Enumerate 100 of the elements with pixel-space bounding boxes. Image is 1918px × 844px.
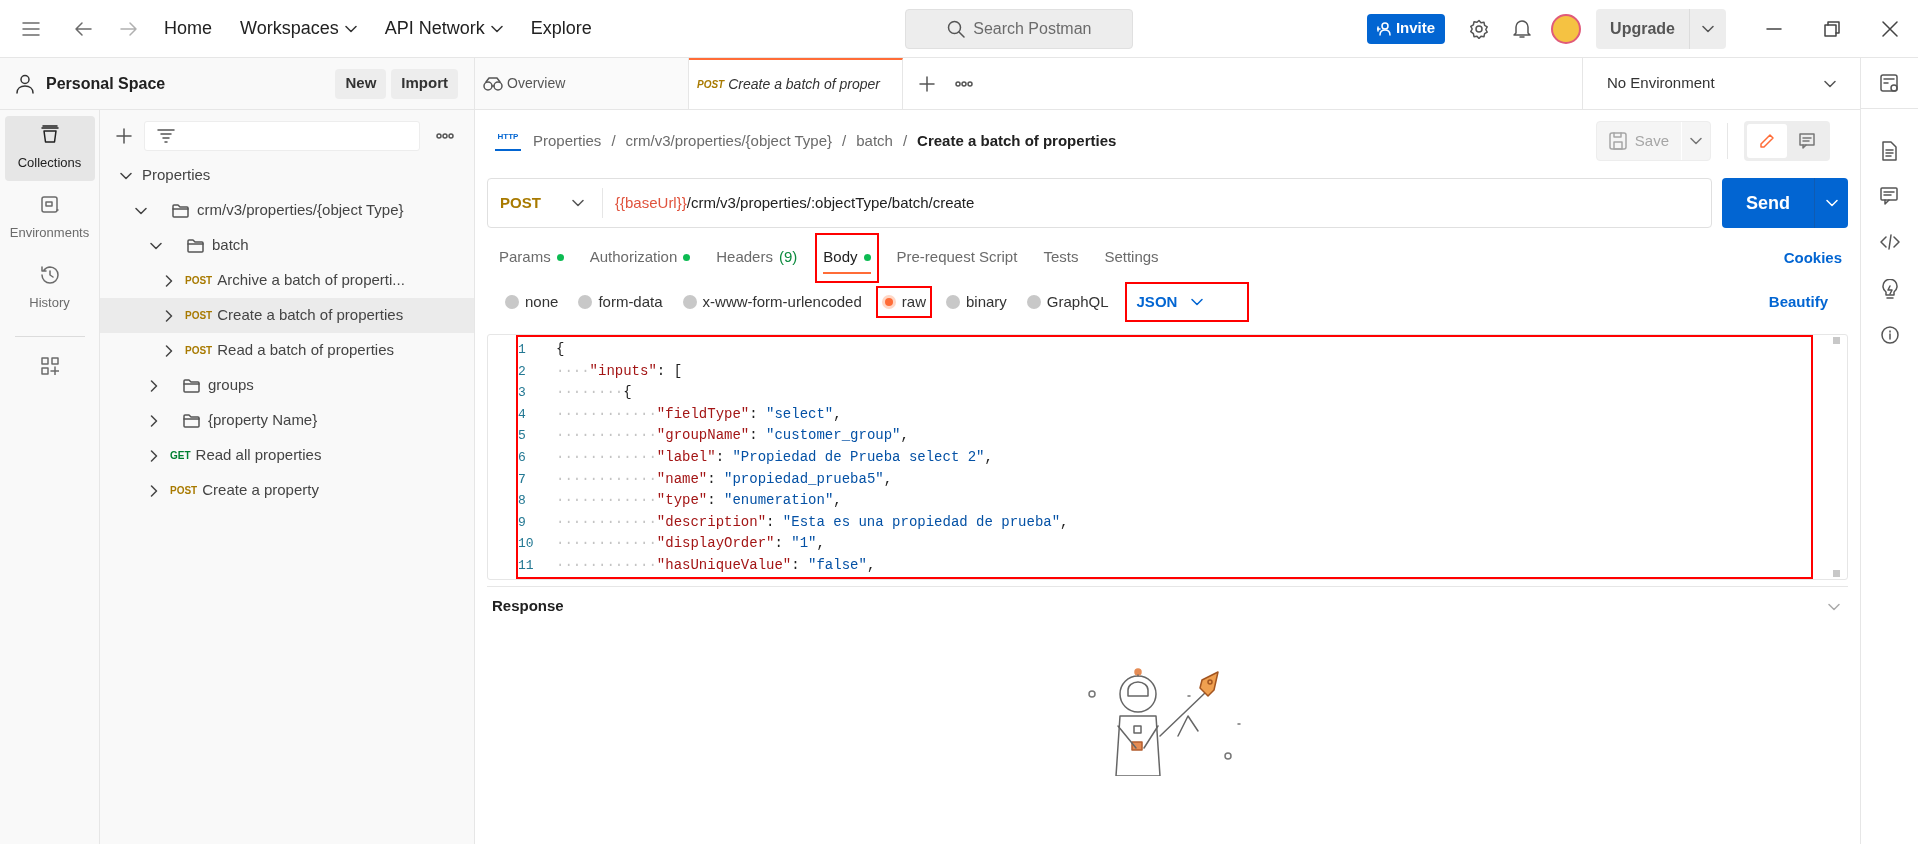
tree-item[interactable]: batch	[100, 228, 474, 263]
side-panel-button[interactable]	[1879, 279, 1900, 299]
request-tab[interactable]: POST Create a batch of proper	[689, 58, 903, 109]
beautify-link[interactable]: Beautify	[1768, 290, 1848, 314]
caret-icon	[490, 24, 503, 33]
line-number: 10	[518, 535, 535, 554]
breadcrumb-link[interactable]: batch	[856, 129, 893, 153]
add-collection-button[interactable]	[114, 126, 134, 146]
code-line: ············"description": "Esta es una propiedad de prueba",	[555, 512, 1069, 532]
request-tab[interactable]: Overview	[475, 58, 689, 109]
chevron-right-icon[interactable]	[150, 449, 158, 462]
body-type-radio[interactable]: none	[499, 286, 565, 318]
side-panel-button[interactable]	[1879, 74, 1900, 94]
side-panel-button[interactable]	[1879, 187, 1900, 207]
tree-item[interactable]: POST Create a property	[100, 473, 474, 508]
request-section-tab[interactable]: Params	[491, 233, 572, 283]
language-dropdown[interactable]: JSON	[1124, 282, 1249, 322]
send-button[interactable]: Send	[1722, 178, 1848, 228]
nav-link[interactable]: API Network	[384, 15, 503, 42]
code-line: ············"type": "enumeration",	[555, 491, 842, 511]
breadcrumb-link[interactable]: crm/v3/properties/{object Type}	[625, 129, 833, 153]
method-dropdown[interactable]: POST	[488, 188, 603, 218]
nav-link[interactable]: Workspaces	[240, 15, 357, 42]
breadcrumb-separator: /	[902, 130, 908, 151]
tree-item[interactable]: POST Create a batch of properties	[100, 298, 474, 333]
request-section-tab[interactable]: Authorization	[581, 233, 699, 283]
tree-item[interactable]: POST Archive a batch of properti...	[100, 263, 474, 298]
code-line: {	[555, 340, 565, 359]
code-line: ········{	[555, 383, 632, 403]
notifications-button[interactable]	[1513, 18, 1532, 39]
request-section-tab[interactable]: Body	[815, 233, 879, 283]
code-icon	[1879, 233, 1900, 253]
request-section-tab[interactable]: Settings	[1096, 233, 1167, 283]
code-line: ············"hasUniqueValue": "false",	[555, 555, 876, 575]
header-button[interactable]: New	[335, 68, 387, 99]
tree-item[interactable]: POST Read a batch of properties	[100, 333, 474, 368]
tab-options-button[interactable]	[955, 80, 973, 87]
search-field[interactable]: Search Postman	[905, 8, 1134, 49]
line-number: 7	[518, 470, 527, 489]
sidebar-item[interactable]: History	[4, 256, 95, 321]
close-icon[interactable]	[1882, 20, 1898, 37]
sidebar-item[interactable]: Collections	[4, 116, 95, 181]
invite-button[interactable]: Invite	[1366, 13, 1446, 44]
request-section-tab[interactable]: Pre-request Script	[888, 233, 1026, 283]
environment-quick-look-icon	[1879, 74, 1900, 94]
tree-item[interactable]: Properties	[100, 158, 474, 193]
configure-sidebar-button[interactable]	[40, 357, 59, 375]
line-number: 3	[518, 384, 527, 403]
request-section-tab[interactable]: Tests	[1035, 233, 1087, 283]
settings-button[interactable]	[1469, 18, 1490, 39]
chevron-right-icon[interactable]	[165, 344, 173, 357]
caret-icon	[344, 24, 357, 33]
cookies-link[interactable]: Cookies	[1783, 246, 1848, 270]
tree-item[interactable]: crm/v3/properties/{object Type}	[100, 193, 474, 228]
code-line: ············"groupName": "customer_group",	[555, 426, 909, 446]
body-type-radio[interactable]: GraphQL	[1020, 286, 1115, 318]
chevron-right-icon[interactable]	[165, 309, 173, 322]
chevron-down-icon	[150, 241, 162, 250]
breadcrumb-link[interactable]: Properties	[533, 129, 602, 153]
chevron-right-icon[interactable]	[150, 484, 158, 497]
avatar[interactable]	[1551, 13, 1582, 44]
body-type-radio[interactable]: x-www-form-urlencoded	[676, 286, 868, 318]
nav-link[interactable]: Explore	[530, 15, 592, 42]
line-number: 11	[518, 556, 535, 575]
restore-icon[interactable]	[1824, 20, 1840, 37]
body-type-radio[interactable]: raw	[875, 286, 932, 318]
chevron-right-icon[interactable]	[165, 274, 173, 287]
code-line: ············"name": "propiedad_prueba5",	[555, 469, 893, 489]
lightbulb-icon	[1879, 279, 1900, 299]
line-number: 4	[518, 405, 527, 424]
side-panel-button[interactable]	[1879, 141, 1900, 161]
header-button[interactable]: Import	[391, 68, 458, 99]
tree-item[interactable]: {property Name}	[100, 403, 474, 438]
nav-link[interactable]: Home	[164, 15, 212, 42]
new-tab-button[interactable]	[919, 75, 935, 92]
collapse-chevron-icon	[1828, 602, 1840, 611]
side-panel-button[interactable]	[1879, 233, 1900, 253]
filter-field[interactable]	[144, 121, 420, 151]
method-tag: POST	[170, 483, 198, 498]
plus-icon	[116, 128, 132, 144]
line-number: 8	[518, 492, 527, 511]
line-number: 9	[518, 513, 527, 532]
side-panel-button[interactable]	[1879, 325, 1900, 345]
http-badge: HTTP	[495, 131, 521, 151]
chevron-right-icon[interactable]	[150, 414, 158, 427]
method-tag: POST	[185, 308, 213, 323]
sidebar-item[interactable]: Environments	[4, 186, 95, 251]
body-type-radio[interactable]: form-data	[572, 286, 669, 318]
body-type-radio[interactable]: binary	[939, 286, 1013, 318]
tree-item[interactable]: groups	[100, 368, 474, 403]
environment-dropdown[interactable]: No Environment	[1582, 58, 1860, 109]
chevron-right-icon[interactable]	[150, 379, 158, 392]
plus-icon	[919, 75, 935, 92]
tree-item[interactable]: GET Read all properties	[100, 438, 474, 473]
request-section-tab[interactable]: Headers (9)	[708, 233, 806, 283]
url-field[interactable]: {{baseUrl}}/crm/v3/properties/:objectType/batch/create	[603, 191, 1711, 215]
request-title: Create a batch of properties	[917, 130, 1117, 151]
scrollbar-mark	[1833, 570, 1840, 577]
upgrade-button[interactable]: Upgrade	[1596, 8, 1726, 49]
info-icon	[1879, 325, 1900, 345]
